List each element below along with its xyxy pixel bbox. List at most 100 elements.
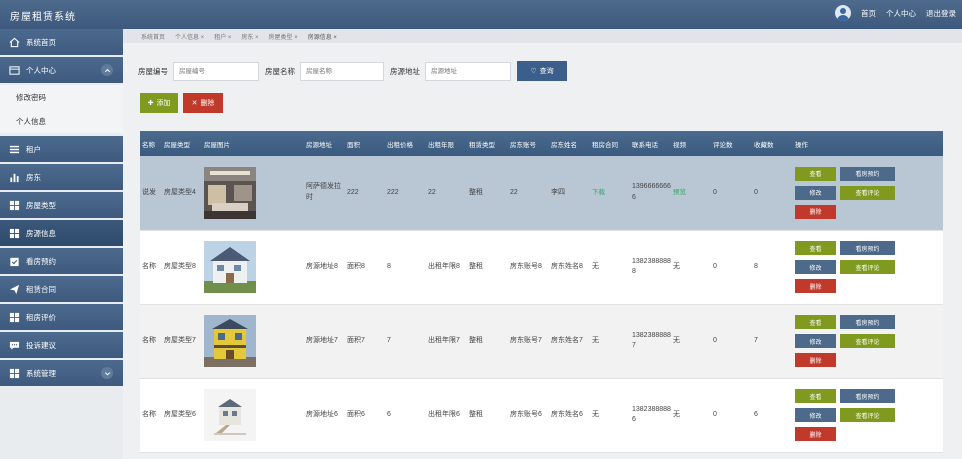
viewing-booking-button[interactable]: 看房预约 xyxy=(840,389,895,403)
viewing-booking-button[interactable]: 看房预约 xyxy=(840,315,895,329)
tab-listings[interactable]: 房源信息 × xyxy=(308,32,337,41)
cell-years: 22 xyxy=(428,188,436,196)
cell-name: 名称 xyxy=(142,262,156,270)
cell-owner: 房东姓名8 xyxy=(551,262,583,270)
house-name-input[interactable] xyxy=(300,61,384,81)
column-header: 房屋图片 xyxy=(204,141,230,149)
view-button[interactable]: 查看 xyxy=(795,166,836,181)
close-icon: ✕ xyxy=(191,100,198,107)
cell-lease: 整租 xyxy=(469,188,483,196)
house-number-input[interactable] xyxy=(173,61,259,81)
column-header: 名称 xyxy=(142,141,155,149)
view-button[interactable]: 查看 xyxy=(795,241,836,255)
search-button[interactable]: ♡ 查询 xyxy=(517,61,567,81)
listings-table: 名称 房屋类型 房屋图片 房源地址 面积 出租价格 出租年限 租赁类型 房东账号… xyxy=(140,131,943,459)
tab-home[interactable]: 系统首页 xyxy=(141,32,165,41)
cell-lease: 整租 xyxy=(469,262,483,270)
house-thumbnail[interactable] xyxy=(204,315,256,367)
cell-owner: 房东姓名7 xyxy=(551,336,583,344)
sidebar-item-rental-review[interactable]: 租房评价 xyxy=(0,304,123,330)
top-link-home[interactable]: 首页 xyxy=(861,8,876,19)
sidebar-item-lease-contract[interactable]: 租赁合同 xyxy=(0,276,123,302)
chevron-up-icon[interactable] xyxy=(101,64,113,76)
tab-house-type[interactable]: 房屋类型 × xyxy=(269,32,298,41)
address-input[interactable] xyxy=(425,61,511,81)
column-header: 评论数 xyxy=(713,141,733,149)
sidebar-item-system-management[interactable]: 系统管理 xyxy=(0,360,123,386)
table-row[interactable]: 说发 房屋类型4 阿萨德发拉时 222 222 22 整租 22 李四 下载 1… xyxy=(140,156,943,230)
chat-icon xyxy=(9,340,20,351)
edit-button[interactable]: 修改 xyxy=(795,185,836,200)
top-link-personal[interactable]: 个人中心 xyxy=(886,8,916,19)
row-delete-button[interactable]: 删除 xyxy=(795,279,836,293)
cell-area: 面积6 xyxy=(347,410,365,418)
cell-account: 房东账号7 xyxy=(510,336,542,344)
view-reviews-button[interactable]: 查看评论 xyxy=(840,408,895,422)
add-button[interactable]: ✚ 添加 xyxy=(140,93,178,113)
house-thumbnail[interactable] xyxy=(204,241,256,293)
breadcrumb: 系统首页 个人信息 × 租户 × 房东 × 房屋类型 × 房源信息 × xyxy=(123,29,962,43)
house-thumbnail[interactable] xyxy=(204,389,256,441)
sidebar-subitem-change-password[interactable]: 修改密码 xyxy=(0,85,123,109)
tab-personal-info[interactable]: 个人信息 × xyxy=(175,32,204,41)
sidebar-item-personal-center[interactable]: 个人中心 xyxy=(0,57,123,83)
table-row[interactable]: 名称 房屋类型6 房源地址6 面积6 6 出租年限6 整租 房东账号6 房东姓名… xyxy=(140,378,943,452)
row-delete-button[interactable]: 删除 xyxy=(795,353,836,367)
view-reviews-button[interactable]: 查看评论 xyxy=(840,260,895,274)
cell-type: 房屋类型7 xyxy=(164,336,196,344)
viewing-booking-button[interactable]: 看房预约 xyxy=(840,166,895,181)
tab-tenant[interactable]: 租户 × xyxy=(214,32,231,41)
chevron-down-icon[interactable] xyxy=(101,367,113,379)
viewing-booking-button[interactable]: 看房预约 xyxy=(840,241,895,255)
sidebar-item-viewing-booking[interactable]: 看房预约 xyxy=(0,248,123,274)
sidebar-item-label: 房东 xyxy=(26,172,41,182)
cell-type: 房屋类型6 xyxy=(164,410,196,418)
column-header: 租赁类型 xyxy=(469,141,495,149)
cell-phone: 13966666666 xyxy=(632,183,671,201)
sidebar-item-tenant[interactable]: 租户 xyxy=(0,136,123,162)
avatar[interactable] xyxy=(835,5,851,21)
sidebar-item-label: 系统管理 xyxy=(26,368,56,378)
cell-image xyxy=(202,378,304,452)
top-nav: 首页 个人中心 退出登录 xyxy=(835,5,956,21)
column-header: 房源地址 xyxy=(306,141,332,149)
column-header: 视频 xyxy=(673,141,686,149)
sidebar-item-house-type[interactable]: 房屋类型 xyxy=(0,192,123,218)
view-button[interactable]: 查看 xyxy=(795,315,836,329)
sidebar-item-home[interactable]: 系统首页 xyxy=(0,29,123,55)
row-delete-button[interactable]: 删除 xyxy=(795,204,836,219)
column-header: 收藏数 xyxy=(754,141,774,149)
view-reviews-button[interactable]: 查看评论 xyxy=(840,334,895,348)
view-button[interactable]: 查看 xyxy=(795,389,836,403)
cell-operations: 查看 看房预约 修改 查看评论 删除 xyxy=(793,156,943,230)
table-row[interactable]: 名称 房屋类型7 房源地址7 面积7 7 出租年限7 整租 房东账号7 房东姓名… xyxy=(140,304,943,378)
table-row[interactable]: 名称 房屋类型8 房源地址8 面积8 8 出租年限8 整租 房东账号8 房东姓名… xyxy=(140,230,943,304)
delete-button[interactable]: ✕ 删除 xyxy=(183,93,223,113)
sidebar-item-landlord[interactable]: 房东 xyxy=(0,164,123,190)
sidebar-item-complaints[interactable]: 投诉建议 xyxy=(0,332,123,358)
cell-price: 6 xyxy=(387,410,391,418)
edit-button[interactable]: 修改 xyxy=(795,334,836,348)
column-header: 房东账号 xyxy=(510,141,536,149)
sidebar-subitem-personal-info[interactable]: 个人信息 xyxy=(0,109,123,133)
sidebar-item-label: 投诉建议 xyxy=(26,340,56,350)
edit-button[interactable]: 修改 xyxy=(795,408,836,422)
action-bar: ✚ 添加 ✕ 删除 xyxy=(140,93,223,113)
cell-lease: 整租 xyxy=(469,410,483,418)
cell-image xyxy=(202,304,304,378)
add-button-label: 添加 xyxy=(156,100,171,107)
contract-download-link[interactable]: 下载 xyxy=(592,189,605,196)
cell-favorites: 6 xyxy=(754,410,758,418)
video-preview-link[interactable]: 预览 xyxy=(673,189,686,196)
column-header: 出租年限 xyxy=(428,141,454,149)
sidebar-item-listings[interactable]: 房源信息 xyxy=(0,220,123,246)
search-label-house-name: 房屋名称 xyxy=(265,66,295,76)
top-link-logout[interactable]: 退出登录 xyxy=(926,8,956,19)
house-thumbnail[interactable] xyxy=(204,166,256,219)
tab-landlord[interactable]: 房东 × xyxy=(241,32,258,41)
edit-button[interactable]: 修改 xyxy=(795,260,836,274)
view-reviews-button[interactable]: 查看评论 xyxy=(840,185,895,200)
row-delete-button[interactable]: 删除 xyxy=(795,427,836,441)
grid-icon xyxy=(9,368,20,379)
cell-image xyxy=(202,230,304,304)
